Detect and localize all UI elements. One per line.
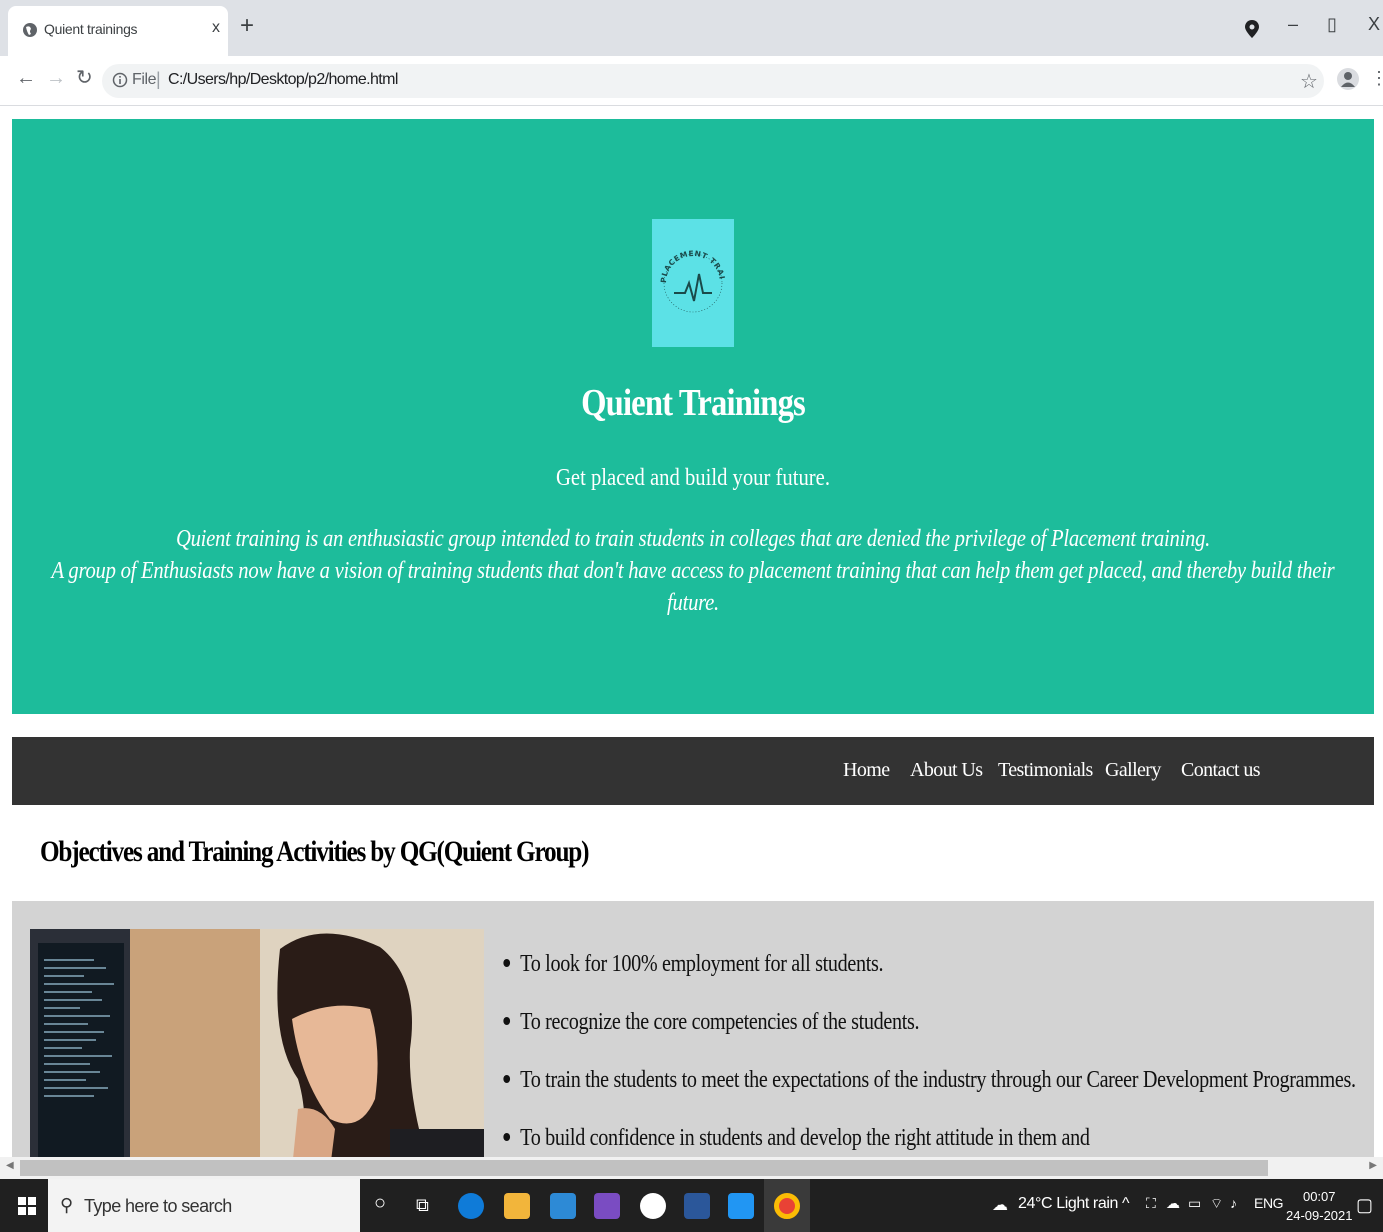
chrome-taskbar-button[interactable] [764, 1179, 810, 1232]
placement-trainings-logo: PLACEMENT TRAININGS [649, 212, 734, 347]
nav-home[interactable]: Home [843, 759, 890, 782]
search-placeholder: Type here to search [84, 1196, 232, 1216]
minimize-icon[interactable]: – [1288, 14, 1298, 35]
reload-icon[interactable]: ↻ [76, 68, 93, 88]
bullet-icon [503, 1017, 511, 1026]
app-icon[interactable] [640, 1193, 666, 1219]
svg-text:PLACEMENT TRAININGS: PLACEMENT TRAININGS [652, 219, 727, 283]
tray-chevron-icon[interactable]: ^ [1122, 1195, 1130, 1213]
tab-close-button[interactable]: x [212, 19, 220, 37]
bullet-icon [503, 1075, 511, 1084]
close-window-icon[interactable]: X [1368, 14, 1380, 35]
clock-time: 00:07 [1302, 1189, 1336, 1204]
objective-text: To look for 100% employment for all stud… [520, 951, 884, 977]
objective-text: To build confidence in students and deve… [520, 1125, 1090, 1151]
onedrive-icon[interactable]: ☁ [1166, 1195, 1180, 1212]
list-item: To train the students to meet the expect… [500, 1067, 1356, 1125]
taskbar-search-box[interactable]: ⚲ Type here to search [48, 1179, 360, 1232]
nav-testimonials[interactable]: Testimonials [998, 759, 1093, 782]
volume-icon[interactable]: ♪ [1230, 1195, 1237, 1211]
objectives-panel: To look for 100% employment for all stud… [12, 901, 1374, 1157]
battery-icon[interactable]: ▭ [1188, 1195, 1201, 1212]
site-description: Quient training is an enthusiastic group… [39, 523, 1348, 619]
windows-taskbar: ⚲ Type here to search ○ ⧉ ☁ 24°C Light r… [0, 1179, 1383, 1232]
site-title: Quient Trainings [581, 382, 806, 424]
url-text[interactable]: C:/Users/hp/Desktop/p2/home.html [168, 71, 398, 89]
browser-tab[interactable]: Quient trainings x [8, 6, 228, 56]
location-pin-icon[interactable] [1245, 20, 1259, 38]
forward-icon[interactable]: → [46, 68, 66, 88]
horizontal-scrollbar[interactable]: ◀ ▶ [0, 1157, 1383, 1179]
list-item: To recognize the core competencies of th… [500, 1009, 1356, 1067]
restore-icon[interactable]: ▯ [1327, 14, 1337, 35]
chrome-icon [774, 1193, 800, 1219]
bullet-icon [503, 959, 511, 968]
site-tagline: Get placed and build your future. [556, 465, 830, 491]
visual-studio-icon[interactable] [594, 1193, 620, 1219]
list-item: To build confidence in students and deve… [500, 1125, 1356, 1157]
back-icon[interactable]: ← [16, 68, 36, 88]
tab-title: Quient trainings [44, 21, 138, 37]
person-icon [1341, 72, 1355, 87]
info-icon[interactable] [112, 72, 128, 88]
globe-icon [23, 23, 37, 37]
profile-avatar[interactable] [1337, 68, 1359, 90]
nav-about-us[interactable]: About Us [910, 759, 983, 782]
vscode-icon[interactable] [728, 1193, 754, 1219]
description-line: Quient training is an enthusiastic group… [175, 526, 1211, 552]
mail-icon[interactable] [550, 1193, 576, 1219]
objective-text: To train the students to meet the expect… [520, 1067, 1356, 1093]
url-separator: | [156, 69, 161, 89]
browser-tabstrip: Quient trainings x + – ▯ X [0, 0, 1383, 56]
word-icon[interactable] [684, 1193, 710, 1219]
main-navbar: Home About Us Testimonials Gallery Conta… [12, 737, 1374, 805]
nav-contact-us[interactable]: Contact us [1181, 759, 1261, 782]
address-bar[interactable]: File | C:/Users/hp/Desktop/p2/home.html [102, 64, 1324, 98]
task-view-icon[interactable]: ⧉ [416, 1195, 429, 1216]
taskbar-clock[interactable]: 00:07 24-09-2021 [1286, 1187, 1353, 1225]
windows-start-icon[interactable] [18, 1197, 36, 1215]
hero-banner: PLACEMENT TRAININGS Quient Trainings Get… [12, 119, 1374, 714]
language-indicator[interactable]: ENG [1254, 1195, 1284, 1211]
tray-app-icon[interactable]: ⛶ [1146, 1195, 1156, 1212]
scroll-left-icon[interactable]: ◀ [6, 1160, 14, 1171]
nav-gallery[interactable]: Gallery [1105, 759, 1161, 782]
bullet-icon [503, 1133, 511, 1142]
bookmark-star-icon[interactable]: ☆ [1300, 69, 1318, 94]
edge-icon[interactable] [458, 1193, 484, 1219]
objectives-heading: Objectives and Training Activities by QG… [40, 835, 590, 868]
new-tab-button[interactable]: + [240, 14, 254, 38]
cortana-icon[interactable]: ○ [374, 1192, 386, 1215]
menu-kebab-icon[interactable]: ⋮ [1370, 68, 1383, 89]
search-icon: ⚲ [60, 1195, 74, 1215]
notification-icon[interactable]: ▢ [1356, 1195, 1373, 1216]
wifi-icon[interactable]: ⌔ [1210, 1195, 1223, 1213]
woman-at-computer-photo [30, 929, 484, 1157]
page-viewport: PLACEMENT TRAININGS Quient Trainings Get… [0, 107, 1383, 1157]
scroll-right-icon[interactable]: ▶ [1369, 1160, 1377, 1171]
file-explorer-icon[interactable] [504, 1193, 530, 1219]
scrollbar-thumb[interactable] [20, 1160, 1268, 1176]
url-scheme: File [132, 71, 157, 88]
clock-date: 24-09-2021 [1286, 1208, 1353, 1223]
weather-icon[interactable]: ☁ [992, 1195, 1008, 1215]
description-line: A group of Enthusiasts now have a vision… [51, 558, 1335, 616]
objective-text: To recognize the core competencies of th… [520, 1009, 920, 1035]
weather-text[interactable]: 24°C Light rain [1018, 1195, 1118, 1213]
list-item: To look for 100% employment for all stud… [500, 951, 1356, 1009]
objectives-list: To look for 100% employment for all stud… [500, 951, 1383, 1157]
browser-toolbar: ← → ↻ File | C:/Users/hp/Desktop/p2/home… [0, 56, 1383, 106]
